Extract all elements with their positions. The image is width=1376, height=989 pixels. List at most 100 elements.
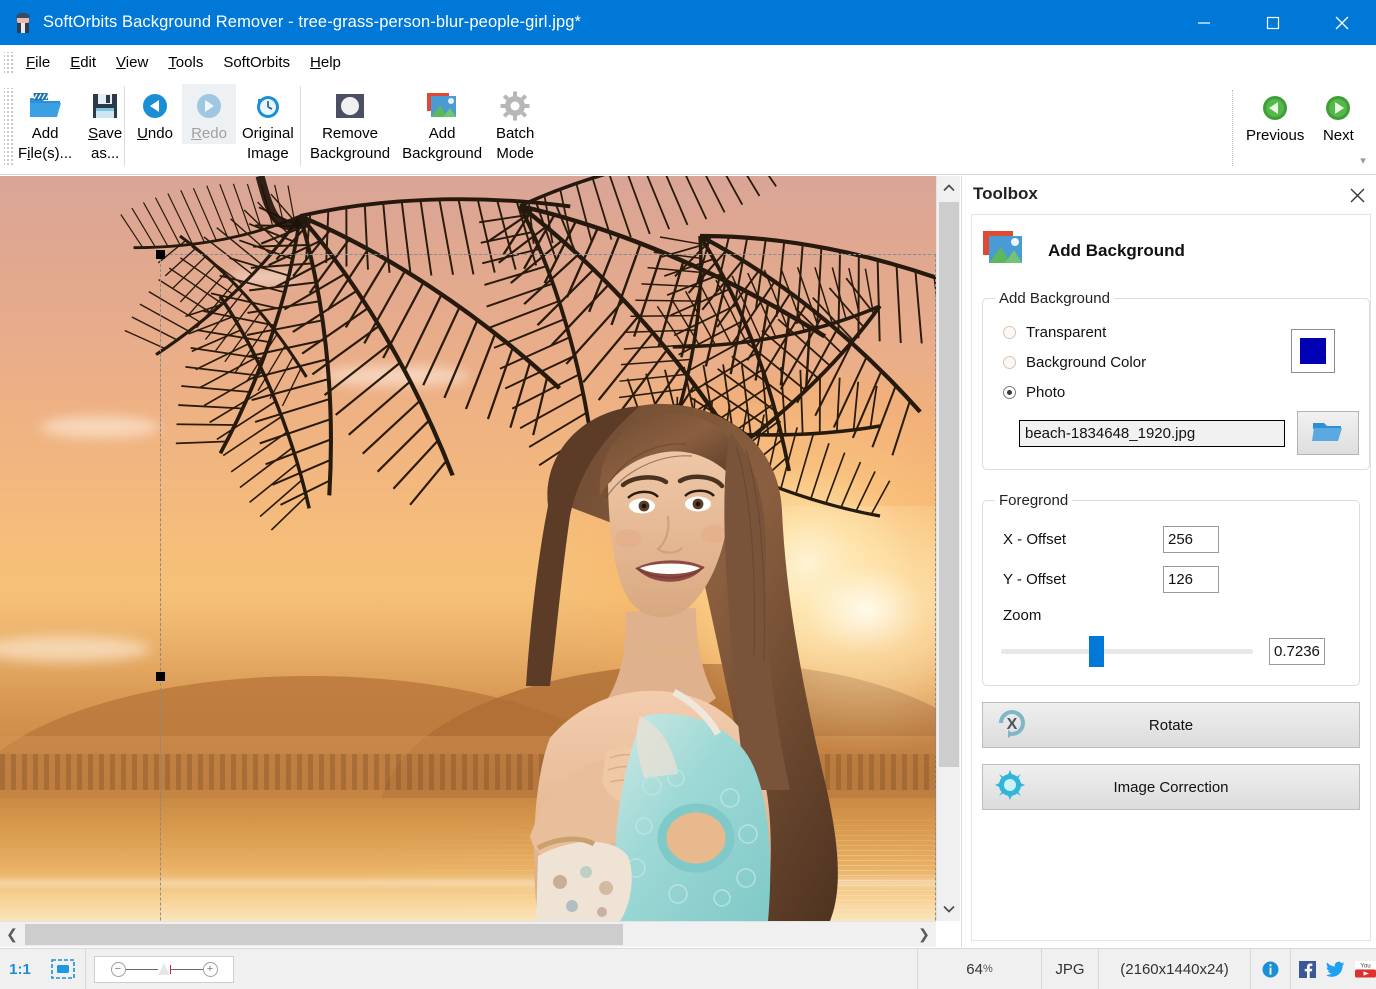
window-title: SoftOrbits Background Remover - tree-gra…	[43, 13, 581, 32]
toolbar-original-image-label-1: Original	[242, 124, 294, 144]
canvas-horizontal-scrollbar[interactable]: ❮ ❯	[0, 921, 936, 947]
browse-photo-button[interactable]	[1297, 411, 1359, 455]
canvas-vertical-scrollbar[interactable]	[936, 176, 960, 921]
zoom-slider-handle[interactable]	[158, 963, 170, 975]
green-right-arrow-icon	[1323, 90, 1353, 126]
status-info-button[interactable]	[1251, 949, 1291, 989]
status-social-links: You	[1291, 949, 1376, 989]
status-spacer	[234, 949, 917, 989]
toolbar-batch-mode-label-1: Batch	[496, 124, 534, 144]
title-bar: SoftOrbits Background Remover - tree-gra…	[0, 0, 1376, 45]
zoom-slider-thumb[interactable]	[1089, 636, 1104, 667]
window-controls	[1169, 0, 1376, 45]
scroll-down-icon[interactable]	[937, 897, 961, 921]
toolbar-overflow-button[interactable]: ▾	[1356, 156, 1370, 168]
toolbar-add-background-label-2: Background	[402, 144, 482, 164]
green-left-arrow-icon	[1260, 90, 1290, 126]
scroll-up-icon[interactable]	[937, 176, 961, 200]
toolbar-save-as-label-2: as...	[91, 144, 119, 164]
image-correction-button[interactable]: Image Correction	[982, 764, 1360, 810]
vertical-scroll-thumb[interactable]	[939, 202, 959, 767]
facebook-icon[interactable]	[1299, 961, 1316, 977]
toolbar-next-button[interactable]: Next	[1310, 86, 1366, 146]
zoom-value-display[interactable]: 0.7236	[1269, 638, 1325, 665]
rotate-button-label: Rotate	[1149, 717, 1193, 734]
foreground-group: Foregrond X - Offset Y - Offset Zoom 0.7…	[982, 492, 1360, 686]
active-tool-header: Add Background	[972, 215, 1370, 284]
toolbar-batch-mode-button[interactable]: Batch Mode	[488, 84, 542, 164]
composited-photo	[0, 176, 936, 921]
image-canvas[interactable]	[0, 176, 936, 921]
scroll-right-icon[interactable]: ❯	[912, 922, 936, 947]
menu-item-softorbits[interactable]: SoftOrbits	[213, 51, 300, 74]
radio-photo-label: Photo	[1026, 384, 1065, 401]
toolbar-remove-background-label-2: Background	[310, 144, 390, 164]
toolbar-add-files-label-2: File(s)...	[18, 144, 72, 164]
toolbox-body: Add Background Add Background Transparen…	[971, 214, 1371, 941]
background-color-swatch-button[interactable]	[1291, 329, 1335, 373]
sun-burst-icon	[995, 770, 1025, 804]
toolbar: Add File(s)... Save as...	[0, 80, 1376, 175]
toolbar-remove-background-button[interactable]: Remove Background	[304, 84, 396, 164]
add-bg-image-icon	[980, 229, 1026, 272]
status-zoom-percent-suffix: %	[983, 963, 993, 975]
y-offset-input[interactable]	[1163, 566, 1219, 593]
toolbar-add-files-button[interactable]: Add File(s)...	[12, 84, 78, 164]
toolbar-redo-label: Redo	[191, 124, 227, 144]
status-zoom-slider[interactable]: − +	[94, 956, 234, 983]
toolbar-batch-mode-label-2: Mode	[496, 144, 534, 164]
toolbar-separator-1	[124, 86, 125, 166]
menu-item-tools[interactable]: Tools	[158, 51, 213, 74]
menu-grip-handle[interactable]	[4, 52, 13, 74]
zoom-in-button[interactable]: +	[203, 962, 218, 977]
photo-file-input[interactable]	[1019, 420, 1285, 447]
photo-file-row	[993, 411, 1359, 455]
toolbox-panel: Toolbox Add Background	[961, 176, 1376, 947]
radio-row-photo[interactable]: Photo	[993, 377, 1359, 407]
radio-transparent[interactable]	[1003, 326, 1016, 339]
toolbar-undo-label: Undo	[137, 124, 173, 144]
toolbar-separator-3	[1232, 90, 1233, 166]
maximize-button[interactable]	[1238, 0, 1307, 45]
zoom-out-button[interactable]: −	[111, 962, 126, 977]
menu-item-help[interactable]: Help	[300, 51, 351, 74]
status-one-to-one-button[interactable]: 1:1	[0, 949, 40, 989]
add-bg-image-icon	[425, 88, 459, 124]
status-zoom-percent: 64%	[917, 949, 1042, 989]
menu-item-view[interactable]: View	[106, 51, 158, 74]
toolbox-close-icon[interactable]	[1346, 184, 1368, 206]
zoom-track-left	[126, 969, 158, 970]
toolbar-undo-button[interactable]: Undo	[128, 84, 182, 144]
radio-row-background-color[interactable]: Background Color	[993, 347, 1359, 377]
menu-item-file[interactable]: FFileile	[16, 51, 60, 74]
add-background-group: Add Background Transparent Background Co…	[982, 290, 1370, 470]
svg-text:X: X	[1007, 716, 1018, 733]
minimize-button[interactable]	[1169, 0, 1238, 45]
radio-background-color[interactable]	[1003, 356, 1016, 369]
youtube-icon[interactable]: You	[1355, 961, 1374, 977]
toolbar-redo-button[interactable]: Redo	[182, 84, 236, 144]
twitter-icon[interactable]	[1326, 961, 1345, 977]
scroll-left-icon[interactable]: ❮	[0, 922, 24, 947]
zoom-slider-row: 0.7236	[993, 638, 1349, 665]
x-offset-input[interactable]	[1163, 526, 1219, 553]
open-folder-icon	[28, 88, 62, 124]
menu-item-edit[interactable]: Edit	[60, 51, 106, 74]
foreground-legend: Foregrond	[995, 492, 1072, 509]
rotate-button[interactable]: X Rotate	[982, 702, 1360, 748]
zoom-slider-track[interactable]	[1001, 649, 1253, 654]
toolbar-original-image-button[interactable]: Original Image	[236, 84, 300, 164]
status-zoom-percent-value: 64	[966, 961, 983, 978]
active-tool-name: Add Background	[1048, 241, 1185, 261]
status-format: JPG	[1042, 949, 1099, 989]
toolbar-previous-button[interactable]: Previous	[1240, 86, 1310, 146]
horizontal-scroll-thumb[interactable]	[25, 924, 623, 945]
open-folder-icon	[1311, 418, 1345, 449]
fit-to-screen-icon	[51, 959, 75, 979]
toolbar-add-background-button[interactable]: Add Background	[396, 84, 488, 164]
status-fit-to-screen-button[interactable]	[40, 949, 86, 989]
radio-background-color-label: Background Color	[1026, 354, 1146, 371]
close-button[interactable]	[1307, 0, 1376, 45]
gear-icon	[500, 88, 530, 124]
radio-photo[interactable]	[1003, 386, 1016, 399]
